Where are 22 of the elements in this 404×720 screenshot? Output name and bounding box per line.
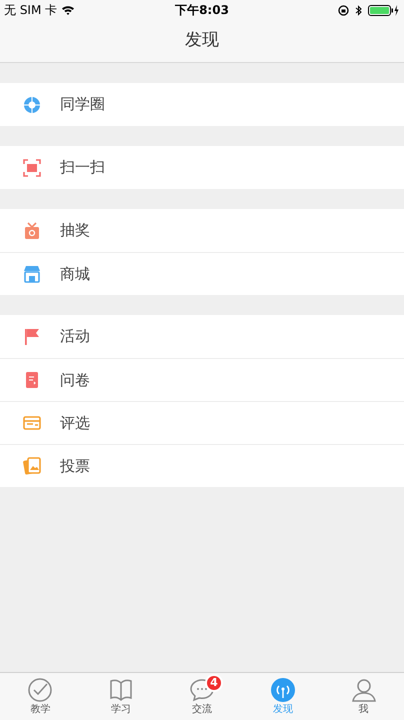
broadcast-icon [270, 676, 296, 702]
shop-icon [23, 265, 41, 283]
tab-bar-item[interactable]: 教学 [0, 673, 81, 720]
bluetooth-icon [355, 4, 362, 16]
ticket-icon [23, 414, 41, 432]
photo-cards-icon [23, 457, 41, 475]
tab-bar-item[interactable]: 4 交流 [162, 673, 242, 720]
tab-bar-item[interactable]: 我 [323, 673, 404, 720]
battery-icon [368, 4, 400, 16]
scan-icon [23, 158, 41, 176]
carrier-text: 无 SIM 卡 [4, 2, 58, 19]
person-icon [350, 676, 377, 702]
page-title: 发现 [185, 29, 219, 52]
wifi-icon [61, 5, 76, 15]
aperture-icon [23, 96, 41, 114]
unread-badge: 4 [204, 674, 223, 692]
tab-bar-item[interactable]: 学习 [80, 673, 162, 720]
book-icon [108, 676, 134, 702]
check-circle-icon [27, 676, 54, 702]
flag-icon [23, 328, 41, 346]
clock-text: 下午8:03 [175, 2, 229, 19]
form-icon [23, 371, 41, 389]
